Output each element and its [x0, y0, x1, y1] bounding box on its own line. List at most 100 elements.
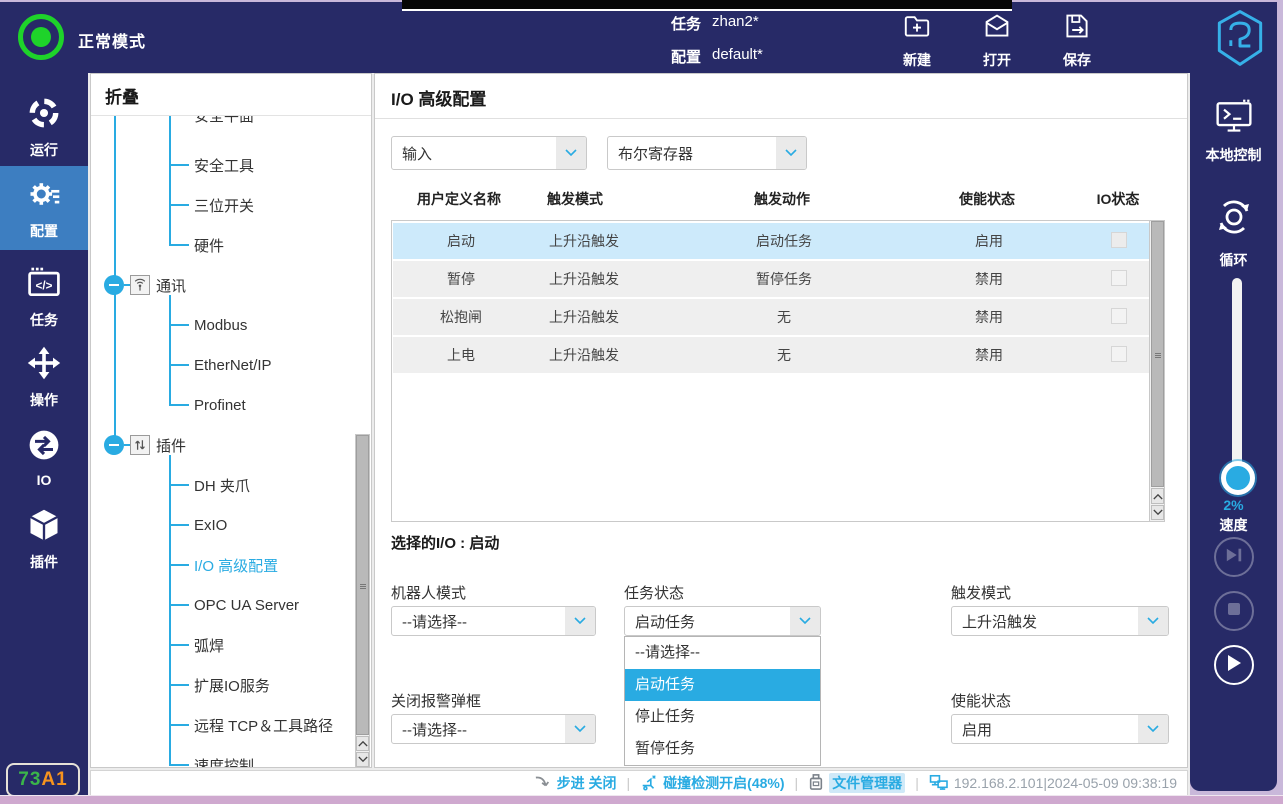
io-state-checkbox[interactable] — [1111, 232, 1127, 248]
app-window: 正常模式 任务 zhan2* 配置 default* 新建 打开 保存 — [0, 0, 1283, 803]
enable-state-select[interactable]: 启用 — [951, 714, 1169, 744]
io-direction-select[interactable]: 输入 — [391, 136, 587, 170]
tree-item-safety-tool[interactable]: 安全工具 — [169, 154, 254, 176]
io-swap-icon — [26, 427, 62, 468]
file-manager-button[interactable]: 文件管理器 — [808, 773, 905, 794]
task-state-label: 任务状态 — [624, 582, 684, 603]
divider: | — [795, 775, 799, 791]
tree-item-opc-ua-server[interactable]: OPC UA Server — [169, 594, 299, 616]
task-name: zhan2* — [712, 13, 759, 31]
tree-connector — [169, 324, 189, 326]
dropdown-option[interactable]: 停止任务 — [625, 701, 820, 733]
sidebar-item-run[interactable]: 运行 — [0, 88, 88, 166]
tree-connector — [169, 764, 189, 766]
sidebar-item-operate[interactable]: 操作 — [0, 338, 88, 416]
tree-item-modbus[interactable]: Modbus — [169, 314, 247, 336]
tree-item-extended-io-service[interactable]: 扩展IO服务 — [169, 674, 270, 696]
trigger-mode-select[interactable]: 上升沿触发 — [951, 606, 1169, 636]
divider: | — [915, 775, 919, 791]
tree-item-ethernet-ip[interactable]: EtherNet/IP — [169, 354, 272, 376]
antenna-icon — [130, 275, 150, 295]
tree-branch-plugin[interactable]: 插件 — [104, 434, 186, 456]
new-file-icon — [901, 29, 933, 46]
collision-icon — [640, 773, 658, 794]
speed-slider-handle[interactable] — [1221, 461, 1255, 495]
tree-item-hardware[interactable]: 硬件 — [169, 234, 224, 256]
chevron-down-icon — [1138, 607, 1168, 635]
robot-mode-label: 机器人模式 — [391, 582, 466, 603]
save-button[interactable]: 保存 — [1052, 10, 1102, 70]
tree-scrollbar[interactable] — [355, 434, 370, 767]
external-window-strip — [402, 0, 1012, 11]
tree-item-remote-tcp-tool-path[interactable]: 远程 TCP＆工具路径 — [169, 714, 333, 736]
robot-status-light — [18, 14, 64, 60]
io-state-checkbox[interactable] — [1111, 270, 1127, 286]
dropdown-option-selected[interactable]: 启动任务 — [625, 669, 820, 701]
robot-mode-select[interactable]: --请选择-- — [391, 606, 596, 636]
tree-branch-communication[interactable]: 通讯 — [104, 274, 186, 296]
task-state-select[interactable]: 启动任务 — [624, 606, 821, 636]
loop-button[interactable]: 循环 — [1190, 195, 1277, 270]
loop-icon — [1212, 195, 1256, 244]
tree-item-profinet[interactable]: Profinet — [169, 394, 246, 416]
sidebar-item-io[interactable]: IO — [0, 418, 88, 496]
speed-value: 2% — [1190, 497, 1277, 513]
sidebar-item-plugin[interactable]: 插件 — [0, 500, 88, 578]
tree-connector — [169, 724, 189, 726]
tree-scroll-down-button[interactable] — [356, 752, 369, 767]
tree-connector — [169, 244, 189, 246]
tree-connector — [169, 684, 189, 686]
io-state-checkbox[interactable] — [1111, 308, 1127, 324]
io-state-checkbox[interactable] — [1111, 346, 1127, 362]
step-mode-status[interactable]: 步进 关闭 — [534, 773, 617, 793]
left-sidebar: 运行 配置 </> 任务 操作 IO — [0, 73, 88, 803]
sidebar-item-task[interactable]: </> 任务 — [0, 258, 88, 336]
table-scroll-down-button[interactable] — [1151, 505, 1164, 520]
collision-detection-status[interactable]: 碰撞检测开启(48%) — [640, 773, 784, 794]
table-scrollbar-thumb[interactable] — [1151, 221, 1164, 487]
gear-icon — [26, 176, 62, 217]
table-row[interactable]: 松抱闸 上升沿触发 无 禁用 — [393, 299, 1149, 335]
table-header-row: 用户定义名称 触发模式 触发动作 使能状态 IO状态 — [391, 182, 1149, 216]
tree-item-arc-welding[interactable]: 弧焊 — [169, 634, 224, 656]
brand-logo — [1210, 7, 1270, 69]
tree-item-exio[interactable]: ExIO — [169, 514, 227, 536]
tree-item-io-advanced-config[interactable]: I/O 高级配置 — [169, 554, 278, 576]
move-arrows-icon — [26, 345, 62, 386]
speed-slider-track[interactable] — [1232, 278, 1242, 483]
table-row[interactable]: 暂停 上升沿触发 暂停任务 禁用 — [393, 261, 1149, 297]
tree-scrollbar-thumb[interactable] — [356, 435, 369, 735]
dropdown-option[interactable]: --请选择-- — [625, 637, 820, 669]
step-forward-button[interactable] — [1214, 537, 1254, 577]
dropdown-option[interactable]: 暂停任务 — [625, 733, 820, 765]
tree-item-dh-gripper[interactable]: DH 夹爪 — [169, 474, 250, 496]
close-alarm-popup-select[interactable]: --请选择-- — [391, 714, 596, 744]
table-scroll-up-button[interactable] — [1151, 488, 1164, 504]
stop-button[interactable] — [1214, 591, 1254, 631]
tree-item-three-position-switch[interactable]: 三位开关 — [169, 194, 254, 216]
page-title: I/O 高级配置 — [391, 85, 486, 110]
table-row[interactable]: 上电 上升沿触发 无 禁用 — [393, 337, 1149, 373]
tree-item-speed-control[interactable]: 速度控制 — [169, 754, 254, 768]
task-state-options-list: --请选择-- 启动任务 停止任务 暂停任务 — [624, 636, 821, 766]
collapse-node-icon[interactable] — [104, 435, 124, 455]
tree-scroll-up-button[interactable] — [356, 736, 369, 751]
local-control-button[interactable]: 本地控制 — [1190, 98, 1277, 165]
sidebar-item-config[interactable]: 配置 — [0, 166, 88, 250]
new-button[interactable]: 新建 — [892, 10, 942, 70]
table-scrollbar[interactable] — [1149, 221, 1164, 521]
collapse-all-button[interactable]: 折叠 — [105, 83, 139, 108]
play-button[interactable] — [1214, 645, 1254, 685]
close-alarm-popup-label: 关闭报警弹框 — [391, 690, 481, 711]
speed-label: 速度 — [1190, 515, 1277, 535]
step-arrow-icon — [534, 774, 552, 793]
collapse-node-icon[interactable] — [104, 275, 124, 295]
open-button[interactable]: 打开 — [972, 10, 1022, 70]
chevron-down-icon — [565, 607, 595, 635]
network-datetime-status: 192.168.2.101|2024-05-09 09:38:19 — [929, 774, 1177, 793]
table-row[interactable]: 启动 上升沿触发 启动任务 启用 — [393, 223, 1149, 259]
trigger-mode-label: 触发模式 — [951, 582, 1011, 603]
register-type-select[interactable]: 布尔寄存器 — [607, 136, 807, 170]
run-icon — [26, 95, 62, 136]
chevron-down-icon — [776, 137, 806, 169]
